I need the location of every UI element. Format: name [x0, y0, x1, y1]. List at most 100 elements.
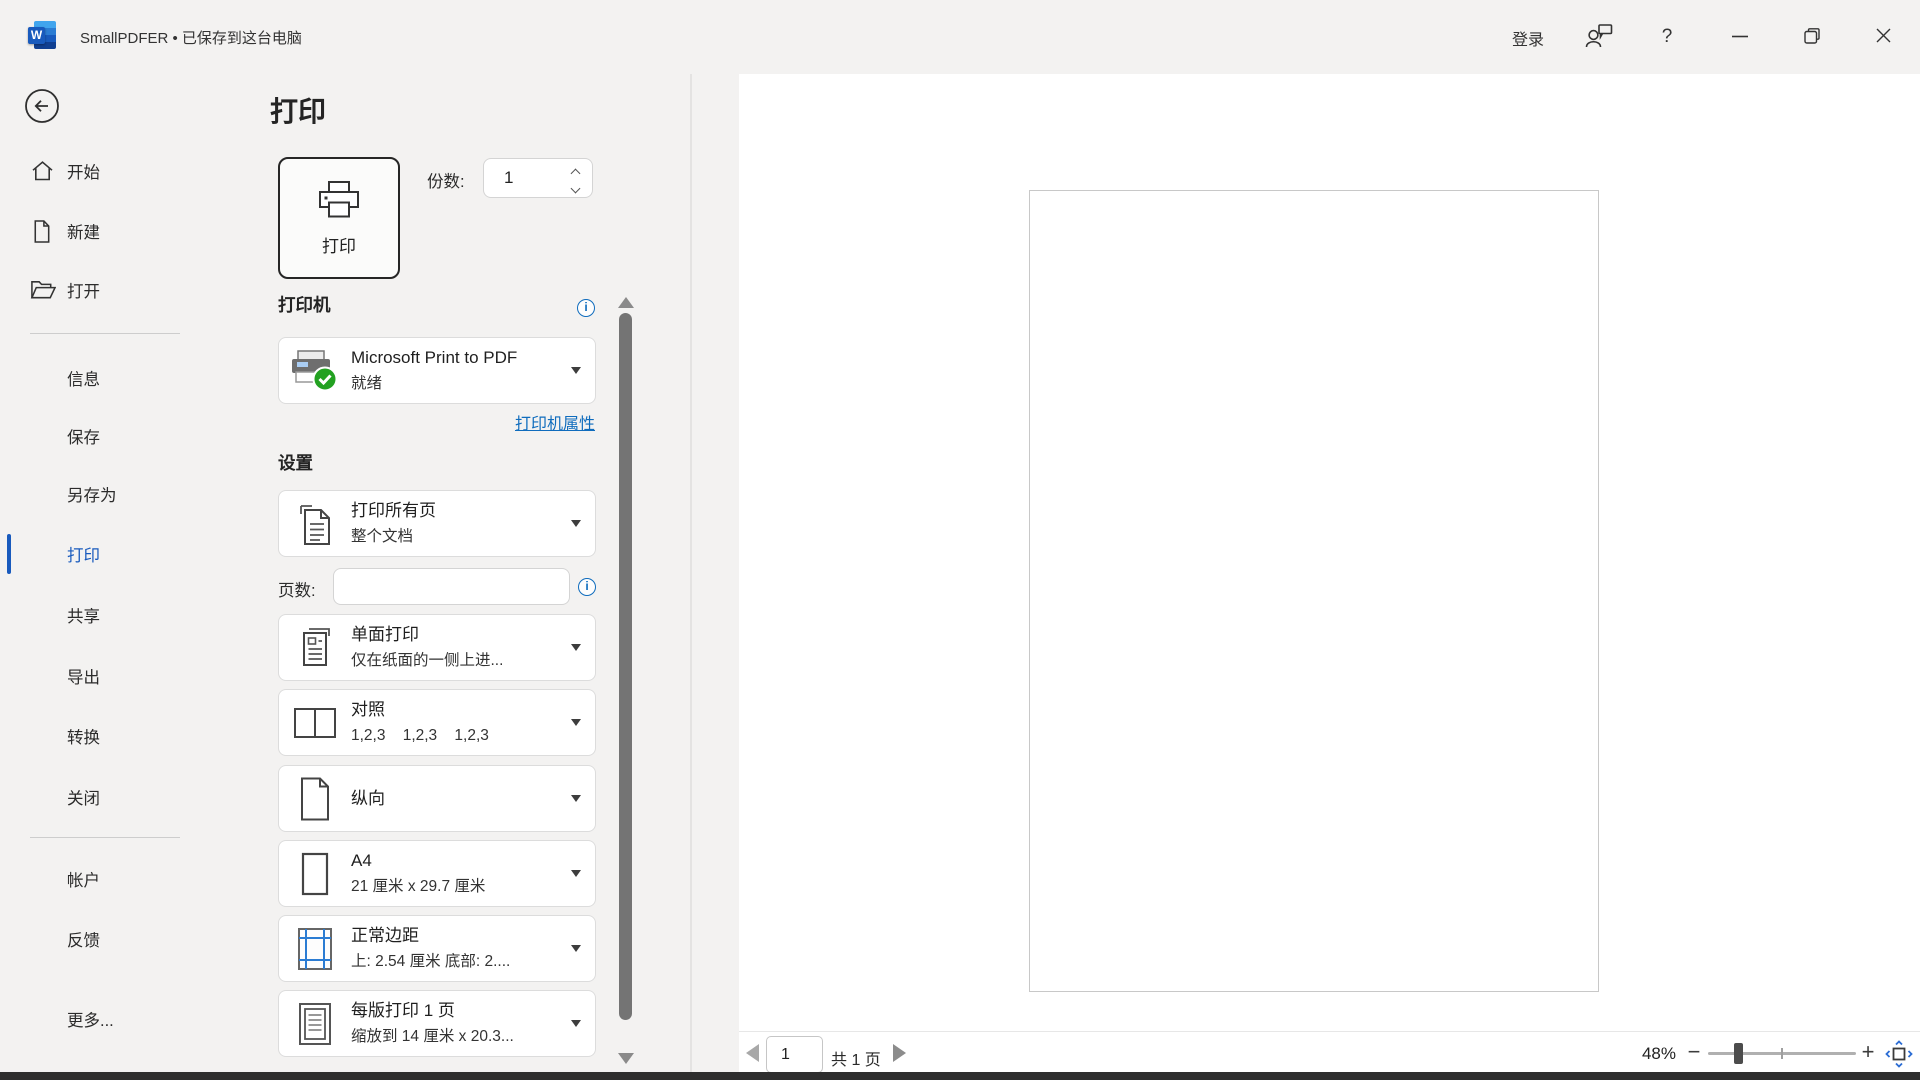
preview-page [1029, 190, 1599, 992]
scrollbar-thumb[interactable] [619, 313, 632, 1020]
zoom-out-button[interactable]: − [1682, 1036, 1706, 1068]
pages-per-sheet-icon [289, 991, 341, 1056]
sidebar-item-new[interactable]: 新建 [0, 209, 212, 253]
margins-icon [289, 916, 341, 981]
dropdown-subtitle: 缩放到 14 厘米 x 20.3... [351, 1024, 566, 1049]
paper-size-dropdown[interactable]: A4 21 厘米 x 29.7 厘米 [278, 840, 596, 907]
printer-section-heading: 打印机 [278, 292, 331, 317]
print-range-dropdown[interactable]: 打印所有页 整个文档 [278, 490, 596, 557]
print-preview-area [739, 74, 1920, 1072]
help-button[interactable]: ? [1644, 14, 1690, 60]
chevron-down-icon [571, 644, 581, 651]
pages-input[interactable] [333, 568, 570, 605]
sidebar-item-label: 开始 [67, 159, 100, 183]
pages-info-icon[interactable]: i [578, 578, 596, 596]
orientation-dropdown[interactable]: 纵向 [278, 765, 596, 832]
sidebar-item-info[interactable]: 信息 [0, 356, 212, 400]
current-page-input[interactable] [766, 1036, 823, 1073]
sidebar-item-label: 新建 [67, 219, 100, 243]
back-button[interactable] [24, 88, 60, 124]
page-count-label: 共 1 页 [831, 1046, 881, 1070]
dropdown-title: 纵向 [351, 786, 385, 812]
margins-dropdown[interactable]: 正常边距 上: 2.54 厘米 底部: 2.... [278, 915, 596, 982]
sidebar-item-label: 关闭 [67, 785, 100, 809]
restore-icon [1802, 26, 1822, 49]
window-bottom-edge [0, 1072, 1920, 1080]
dropdown-subtitle: 整个文档 [351, 524, 566, 549]
sidebar-item-print[interactable]: 打印 [0, 532, 212, 576]
zoom-slider-thumb[interactable] [1734, 1043, 1743, 1064]
sidebar-item-account[interactable]: 帐户 [0, 857, 212, 901]
sidebar-item-export[interactable]: 导出 [0, 654, 212, 698]
window-title: SmallPDFER • 已保存到这台电脑 [80, 27, 302, 48]
printer-ready-icon [289, 338, 341, 403]
sidebar-item-save[interactable]: 保存 [0, 414, 212, 458]
sidebar-item-transform[interactable]: 转换 [0, 714, 212, 758]
close-button[interactable] [1860, 14, 1906, 60]
sidebar-item-more[interactable]: 更多... [0, 997, 212, 1041]
chevron-down-icon [571, 1020, 581, 1027]
dropdown-subtitle: 上: 2.54 厘米 底部: 2.... [351, 949, 566, 974]
chevron-down-icon [571, 520, 581, 527]
scrollbar-down-arrow[interactable] [618, 1053, 634, 1064]
paper-size-icon [289, 841, 341, 906]
sidebar-item-label: 帐户 [67, 867, 100, 891]
sidebar-item-label: 反馈 [67, 927, 100, 951]
collated-pages-icon [289, 690, 341, 755]
sidebar-item-home[interactable]: 开始 [0, 149, 212, 193]
minimize-icon [1731, 28, 1749, 47]
sidebar-item-label: 更多... [67, 1007, 114, 1031]
word-logo-letter: W [28, 27, 45, 44]
copies-input[interactable] [504, 166, 559, 190]
dropdown-title: 打印所有页 [351, 498, 566, 524]
scrollbar-up-arrow[interactable] [618, 297, 634, 308]
print-button-label: 打印 [322, 232, 356, 257]
chevron-down-icon [571, 795, 581, 802]
dropdown-subtitle: 仅在纸面的一侧上进... [351, 648, 566, 673]
sidebar-item-open[interactable]: 打开 [0, 268, 212, 312]
settings-section-heading: 设置 [278, 450, 313, 475]
sidebar-item-label: 导出 [67, 664, 100, 688]
restore-window-button[interactable] [1789, 14, 1835, 60]
zoom-level: 48% [1628, 1044, 1676, 1064]
pages-per-sheet-dropdown[interactable]: 每版打印 1 页 缩放到 14 厘米 x 20.3... [278, 990, 596, 1057]
printer-properties-link[interactable]: 打印机属性 [450, 410, 595, 434]
printer-info-icon[interactable]: i [577, 299, 595, 317]
copies-increment-button[interactable] [568, 165, 582, 177]
sidebar-item-share[interactable]: 共享 [0, 593, 212, 637]
page-title: 打印 [270, 90, 326, 130]
sidebar-item-save-as[interactable]: 另存为 [0, 472, 212, 516]
sidebar-item-label: 另存为 [67, 482, 117, 506]
zoom-to-page-button[interactable] [1884, 1040, 1914, 1070]
feedback-button[interactable] [1576, 14, 1622, 60]
sign-in-button[interactable]: 登录 [1496, 25, 1560, 51]
printer-name: Microsoft Print to PDF [351, 345, 566, 371]
close-icon [1875, 27, 1892, 47]
sidebar-divider [30, 837, 180, 838]
sidebar-item-label: 保存 [67, 424, 100, 448]
chevron-down-icon [571, 367, 581, 374]
printer-dropdown[interactable]: Microsoft Print to PDF 就绪 [278, 337, 596, 404]
duplex-dropdown[interactable]: 单面打印 仅在纸面的一侧上进... [278, 614, 596, 681]
print-button[interactable]: 打印 [278, 157, 400, 279]
minimize-button[interactable] [1717, 14, 1763, 60]
collation-dropdown[interactable]: 对照 1,2,3 1,2,3 1,2,3 [278, 689, 596, 756]
zoom-in-button[interactable]: + [1856, 1036, 1880, 1068]
copies-stepper [483, 158, 593, 198]
open-folder-icon [30, 277, 56, 303]
chevron-up-icon [570, 169, 580, 179]
previous-page-button[interactable] [746, 1044, 759, 1062]
chevron-down-icon [571, 870, 581, 877]
dropdown-title: 单面打印 [351, 622, 566, 648]
next-page-button[interactable] [893, 1044, 906, 1062]
chevron-down-icon [570, 184, 580, 194]
sidebar-item-feedback[interactable]: 反馈 [0, 917, 212, 961]
copies-decrement-button[interactable] [568, 180, 582, 192]
sidebar-item-label: 信息 [67, 366, 100, 390]
new-document-icon [30, 218, 56, 244]
sidebar-item-close-document[interactable]: 关闭 [0, 775, 212, 819]
dropdown-subtitle: 21 厘米 x 29.7 厘米 [351, 874, 566, 899]
dropdown-title: 每版打印 1 页 [351, 998, 566, 1024]
sidebar-divider [30, 333, 180, 334]
pages-label: 页数: [278, 577, 316, 601]
